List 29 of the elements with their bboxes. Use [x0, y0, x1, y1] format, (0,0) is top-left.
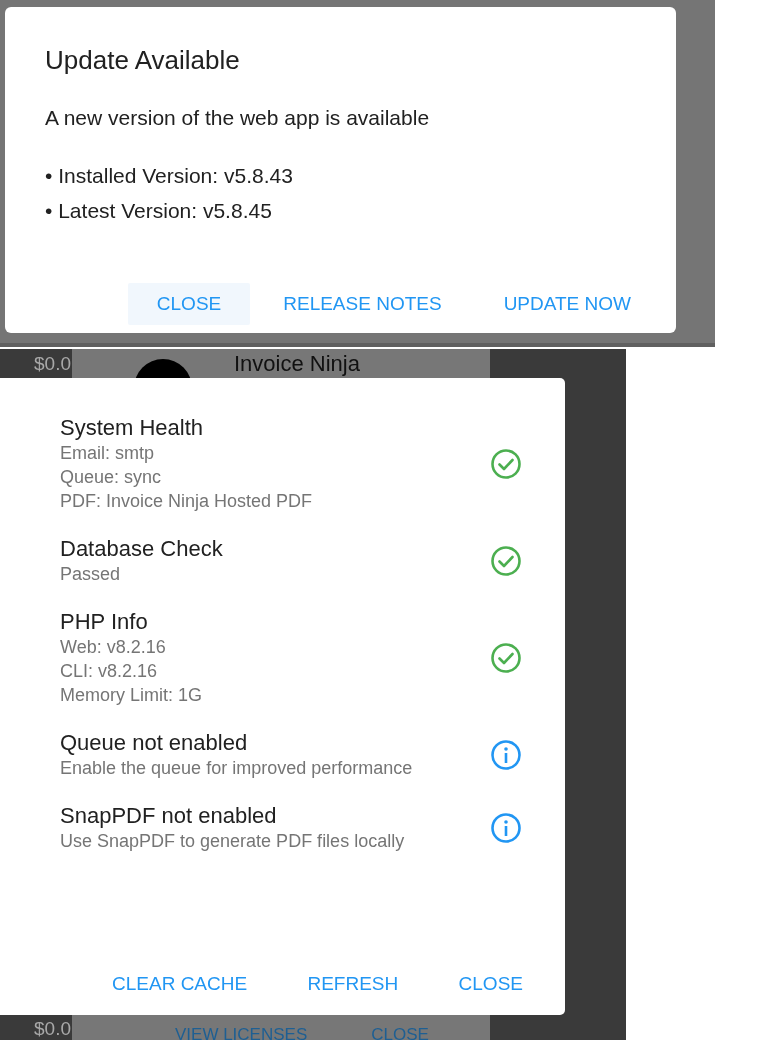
- dialog-button[interactable]: CLEAR CACHE: [94, 965, 266, 1003]
- check-detail: Use SnapPDF to generate PDF files locally: [60, 830, 406, 853]
- dialog-button[interactable]: CLOSE: [440, 965, 541, 1003]
- version-line: • Latest Version: v5.8.45: [45, 199, 273, 223]
- check-detail: Web: v8.2.16: [60, 636, 167, 659]
- check-title: Queue not enabled: [60, 729, 249, 756]
- button-label: VIEW LICENSES: [175, 1026, 308, 1040]
- check-detail: Enable the queue for improved performance: [60, 757, 414, 780]
- check-title: SnapPDF not enabled: [60, 802, 278, 829]
- check-title: PHP Info: [60, 608, 149, 635]
- dialog-message: A new version of the web app is available: [45, 106, 431, 130]
- dialog-title: Update Available: [45, 45, 241, 76]
- check-detail: CLI: v8.2.16: [60, 660, 159, 683]
- app-name: Invoice Ninja: [234, 352, 360, 376]
- version-line: • Installed Version: v5.8.43: [45, 164, 294, 188]
- dialog-button[interactable]: RELEASE NOTES: [254, 283, 471, 325]
- dialog-button[interactable]: CLOSE: [127, 283, 251, 325]
- check-detail: PDF: Invoice Ninja Hosted PDF: [60, 490, 314, 513]
- amount-text: $0.0: [34, 352, 71, 376]
- check-detail: Memory Limit: 1G: [60, 684, 204, 707]
- button-label: CLOSE: [371, 1026, 429, 1040]
- dialog-button[interactable]: REFRESH: [289, 965, 417, 1003]
- dialog-button[interactable]: UPDATE NOW: [474, 283, 660, 325]
- check-title: Database Check: [60, 535, 224, 562]
- check-detail: Queue: sync: [60, 466, 163, 489]
- check-title: System Health: [60, 414, 205, 441]
- check-detail: Passed: [60, 563, 122, 586]
- check-detail: Email: smtp: [60, 442, 156, 465]
- amount-text: $0.0: [34, 1017, 71, 1040]
